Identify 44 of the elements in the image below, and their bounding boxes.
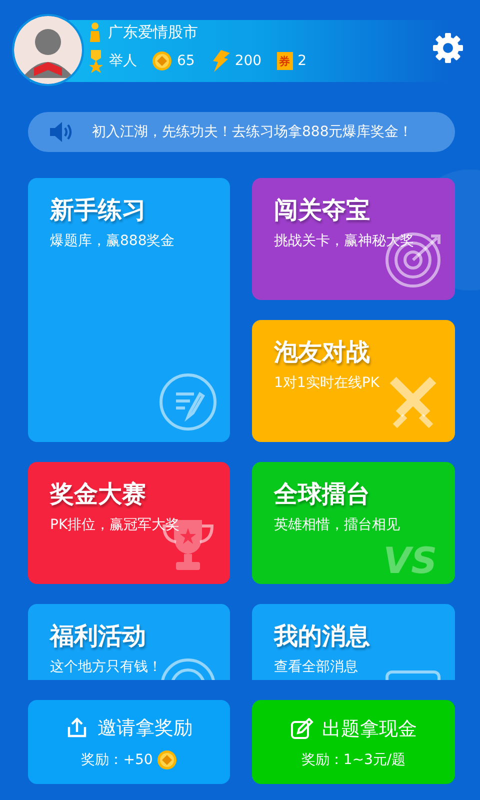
reward-text: 奖励：1~3元/题 (301, 750, 406, 768)
tile-title: 奖金大赛 (50, 479, 146, 510)
coin-icon (152, 51, 172, 71)
avatar[interactable] (12, 14, 84, 86)
ticket-icon: 券 (276, 52, 293, 70)
tile-title: 我的消息 (274, 621, 370, 652)
menu-tile[interactable]: 闯关夺宝 挑战关卡，赢神秘大奖 (252, 178, 455, 300)
tile-subtitle: 英雄相惜，擂台相见 (274, 516, 400, 534)
tile-title: 新手练习 (50, 195, 146, 226)
tile-title: 泡友对战 (274, 337, 370, 368)
tile-subtitle: 这个地方只有钱！ (50, 658, 162, 676)
tile-title: 全球擂台 (274, 479, 370, 510)
tile-subtitle: 1对1实时在线PK (274, 374, 380, 392)
menu-tile[interactable]: 奖金大赛 PK排位，赢冠军大奖 (28, 462, 230, 584)
menu-tile[interactable]: 泡友对战 1对1实时在线PK (252, 320, 455, 442)
reward-text: 奖励：+50 (81, 750, 153, 768)
menu-tile[interactable]: 我的消息 查看全部消息 (252, 604, 455, 680)
tile-title: 闯关夺宝 (274, 195, 370, 226)
action-button[interactable]: 出题拿现金 奖励：1~3元/题 (252, 700, 455, 784)
pencil-icon (290, 718, 314, 740)
energy-count: 200 (234, 53, 262, 69)
coin-count: 65 (177, 53, 195, 69)
coin-icon (156, 750, 177, 770)
menu-tile[interactable]: 全球擂台 英雄相惜，擂台相见 VS (252, 462, 455, 584)
user-name: 广东爱情股市 (108, 22, 198, 42)
notice-text: 初入江湖，先练功夫！去练习场拿888元爆库奖金！ (92, 123, 413, 141)
tile-subtitle: 查看全部消息 (274, 658, 358, 676)
medal-icon (88, 49, 104, 73)
menu-tile[interactable]: 新手练习 爆题库，赢888奖金 (28, 178, 230, 442)
tile-subtitle: PK排位，赢冠军大奖 (50, 516, 180, 534)
person-icon (88, 22, 102, 42)
action-label: 邀请拿奖励 (98, 716, 192, 740)
action-label: 出题拿现金 (322, 716, 417, 742)
tile-subtitle: 爆题库，赢888奖金 (50, 232, 175, 250)
tile-title: 福利活动 (50, 621, 146, 652)
note-icon (158, 372, 218, 432)
settings-icon[interactable] (432, 32, 464, 64)
tile-subtitle: 挑战关卡，赢神秘大奖 (274, 232, 414, 250)
action-button[interactable]: 邀请拿奖励 奖励：+50 (28, 700, 230, 784)
menu-tile[interactable]: 福利活动 这个地方只有钱！ (28, 604, 230, 680)
rank-label: 举人 (109, 52, 137, 70)
vs-emblem: VS (383, 544, 437, 580)
speaker-icon (48, 119, 74, 145)
ticket-count: 2 (298, 53, 306, 69)
